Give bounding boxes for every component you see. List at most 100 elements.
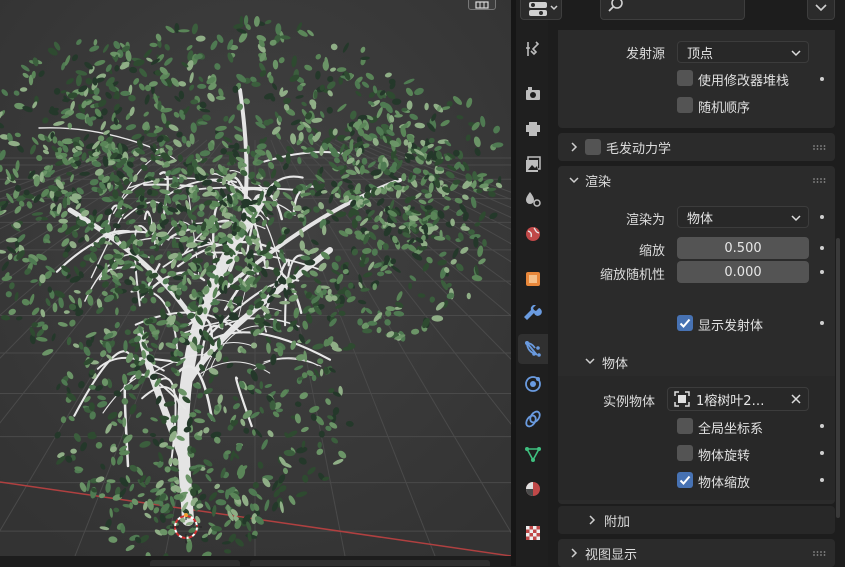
keyframe-dot-icon[interactable] <box>820 246 824 250</box>
chevron-down-icon <box>815 4 827 12</box>
object-select-icon <box>674 391 690 407</box>
view-layer-tab[interactable] <box>518 149 548 179</box>
show-emitter-checkbox[interactable] <box>677 315 693 331</box>
instance-object-value: 1榕树叶2… <box>696 393 765 409</box>
tool-tab[interactable] <box>518 34 548 64</box>
show-emitter-label: 显示发射体 <box>698 319 764 334</box>
world-icon <box>526 227 540 241</box>
render-as-dropdown[interactable]: 物体 <box>677 206 809 228</box>
scene-icon <box>526 192 541 207</box>
object-rotation-checkbox[interactable] <box>677 445 693 461</box>
random-order-checkbox[interactable] <box>677 97 693 113</box>
render-as-label: 渲染为 <box>625 213 665 228</box>
viewport-navigation-icon[interactable] <box>468 0 496 10</box>
render-title: 渲染 <box>585 174 612 190</box>
keyframe-dot-icon[interactable] <box>820 451 824 455</box>
global-coords-checkbox[interactable] <box>677 418 693 434</box>
scale-random-field[interactable]: 0.000 <box>677 261 809 283</box>
emit-from-dropdown[interactable]: 顶点 <box>677 41 809 63</box>
extra-title: 附加 <box>604 514 631 530</box>
use-modifier-stack-checkbox[interactable] <box>677 70 693 86</box>
scale-label: 缩放 <box>638 244 665 259</box>
viewport-display-section[interactable]: 视图显示 <box>558 539 835 567</box>
extra-header[interactable]: 附加 <box>558 506 835 534</box>
drag-handle-icon[interactable] <box>813 145 827 150</box>
world-tab[interactable] <box>518 219 548 249</box>
object-icon <box>526 272 540 286</box>
3d-viewport[interactable] <box>0 0 511 556</box>
material-tab[interactable] <box>518 474 548 504</box>
scale-value: 0.500 <box>724 240 762 256</box>
keyframe-dot-icon[interactable] <box>820 77 824 81</box>
instance-object-field[interactable]: 1榕树叶2… <box>667 387 809 411</box>
viewport-display-title: 视图显示 <box>585 547 638 563</box>
mesh-data-icon <box>525 447 541 462</box>
random-order-label: 随机顺序 <box>698 101 751 116</box>
render-header[interactable]: 渲染 <box>558 166 835 194</box>
properties-header <box>520 0 845 22</box>
object-subpanel-header[interactable]: 物体 <box>558 346 835 376</box>
search-icon <box>608 0 623 12</box>
object-scale-checkbox[interactable] <box>677 472 693 488</box>
keyframe-dot-icon[interactable] <box>820 478 824 482</box>
emit-from-label: 发射源 <box>625 47 665 62</box>
render-as-value: 物体 <box>687 211 714 227</box>
use-modifier-stack-label: 使用修改器堆栈 <box>698 74 790 89</box>
keyframe-dot-icon[interactable] <box>820 270 824 274</box>
chevron-down-icon <box>791 215 801 222</box>
physics-icon <box>525 376 541 392</box>
modifier-tab[interactable] <box>518 299 548 329</box>
keyframe-dot-icon[interactable] <box>820 424 824 428</box>
keyframe-dot-icon[interactable] <box>820 321 824 325</box>
object-scale-label: 物体缩放 <box>698 476 751 491</box>
options-menu-button[interactable] <box>807 0 835 20</box>
checkmark-icon <box>679 475 691 485</box>
viewport-display-header[interactable]: 视图显示 <box>558 539 835 567</box>
constraints-icon <box>525 410 541 428</box>
data-tab[interactable] <box>518 439 548 469</box>
texture-icon <box>526 526 540 540</box>
hair-dynamics-label: 毛发动力学 <box>606 141 672 157</box>
properties-tab-bar <box>516 0 548 566</box>
material-icon <box>526 482 540 496</box>
output-icon <box>526 122 540 136</box>
scale-random-value: 0.000 <box>724 264 762 280</box>
wrench-icon <box>524 305 542 320</box>
search-input[interactable] <box>600 0 745 20</box>
drag-handle-icon[interactable] <box>813 178 827 183</box>
object-rotation-label: 物体旋转 <box>698 449 751 464</box>
chevron-down-icon <box>569 177 579 184</box>
scene-tab[interactable] <box>518 184 548 214</box>
particles-tab[interactable] <box>518 334 548 364</box>
output-tab[interactable] <box>518 114 548 144</box>
drag-handle-icon[interactable] <box>813 551 827 556</box>
extra-subpanel[interactable]: 附加 <box>558 506 835 534</box>
scale-random-label: 缩放随机性 <box>599 268 665 283</box>
editor-type-button[interactable] <box>520 0 562 20</box>
properties-editor-icon <box>529 2 558 16</box>
tool-icon <box>526 41 540 56</box>
particles-icon <box>525 341 541 357</box>
hair-dynamics-header[interactable]: 毛发动力学 <box>558 133 835 161</box>
clear-icon[interactable] <box>790 393 802 405</box>
hair-dynamics-section[interactable]: 毛发动力学 <box>558 133 835 161</box>
keyframe-dot-icon[interactable] <box>820 215 824 219</box>
hair-dynamics-checkbox[interactable] <box>585 139 601 155</box>
chevron-right-icon <box>571 142 578 152</box>
render-tab[interactable] <box>518 79 548 109</box>
object-subpanel-title: 物体 <box>602 357 629 372</box>
chevron-right-icon <box>571 548 578 558</box>
instance-object-label: 实例物体 <box>602 395 655 410</box>
chevron-down-icon <box>791 50 801 57</box>
chevron-down-icon <box>585 358 595 365</box>
properties-panel: 发射源 顶点 使用修改器堆栈 随机顺序 毛发动力学 渲染 渲染为 物体 缩放 0… <box>520 0 845 567</box>
object-tab[interactable] <box>518 264 548 294</box>
viewport-scene <box>0 0 511 556</box>
scale-field[interactable]: 0.500 <box>677 237 809 259</box>
constraints-tab[interactable] <box>518 404 548 434</box>
texture-tab[interactable] <box>518 518 548 548</box>
checkmark-icon <box>679 318 691 328</box>
panel-scrollbar[interactable] <box>836 238 840 518</box>
emission-section: 发射源 顶点 使用修改器堆栈 随机顺序 <box>558 30 835 128</box>
physics-tab[interactable] <box>518 369 548 399</box>
